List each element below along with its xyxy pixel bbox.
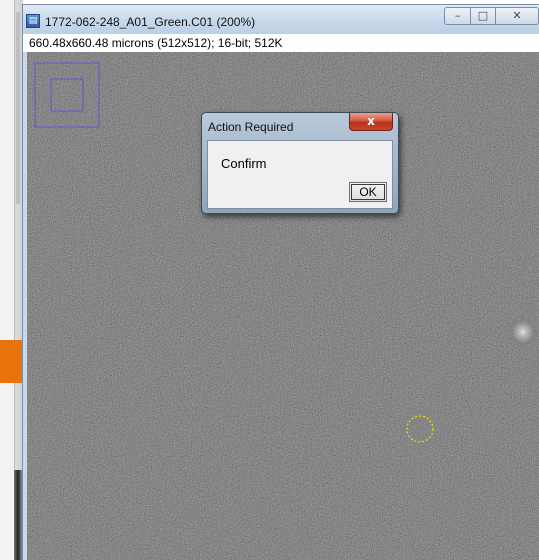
close-icon: x: [367, 114, 375, 128]
imagej-window-icon[interactable]: ▤: [26, 14, 40, 28]
image-info-bar: 660.48x660.48 microns (512x512); 16-bit;…: [23, 34, 539, 52]
image-window[interactable]: ▤ 1772-062-248_A01_Green.C01 (200%) – □ …: [22, 4, 539, 560]
dialog-title: Action Required: [208, 120, 294, 134]
minimize-button[interactable]: –: [444, 7, 471, 25]
dialog-message: Confirm: [221, 156, 267, 171]
close-button[interactable]: ✕: [496, 7, 539, 25]
action-required-dialog[interactable]: Action Required x Confirm OK: [201, 112, 399, 214]
minimize-icon: –: [454, 9, 461, 22]
background-dark-edge: [14, 470, 22, 560]
dialog-close-button[interactable]: x: [349, 113, 393, 131]
close-icon: ✕: [512, 9, 522, 22]
background-window-edge: [0, 0, 23, 560]
maximize-icon: □: [477, 9, 489, 22]
screen: ▤ 1772-062-248_A01_Green.C01 (200%) – □ …: [0, 0, 539, 560]
background-scrollbar-thumb[interactable]: [16, 12, 20, 204]
ok-button[interactable]: OK: [349, 182, 387, 202]
bright-cell-spot: [509, 318, 537, 346]
window-title: 1772-062-248_A01_Green.C01 (200%): [45, 15, 256, 29]
maximize-button[interactable]: □: [471, 7, 496, 25]
background-orange-tab: [0, 340, 22, 383]
dialog-body: Confirm OK: [207, 140, 393, 209]
image-window-titlebar[interactable]: ▤ 1772-062-248_A01_Green.C01 (200%) – □ …: [23, 5, 539, 34]
